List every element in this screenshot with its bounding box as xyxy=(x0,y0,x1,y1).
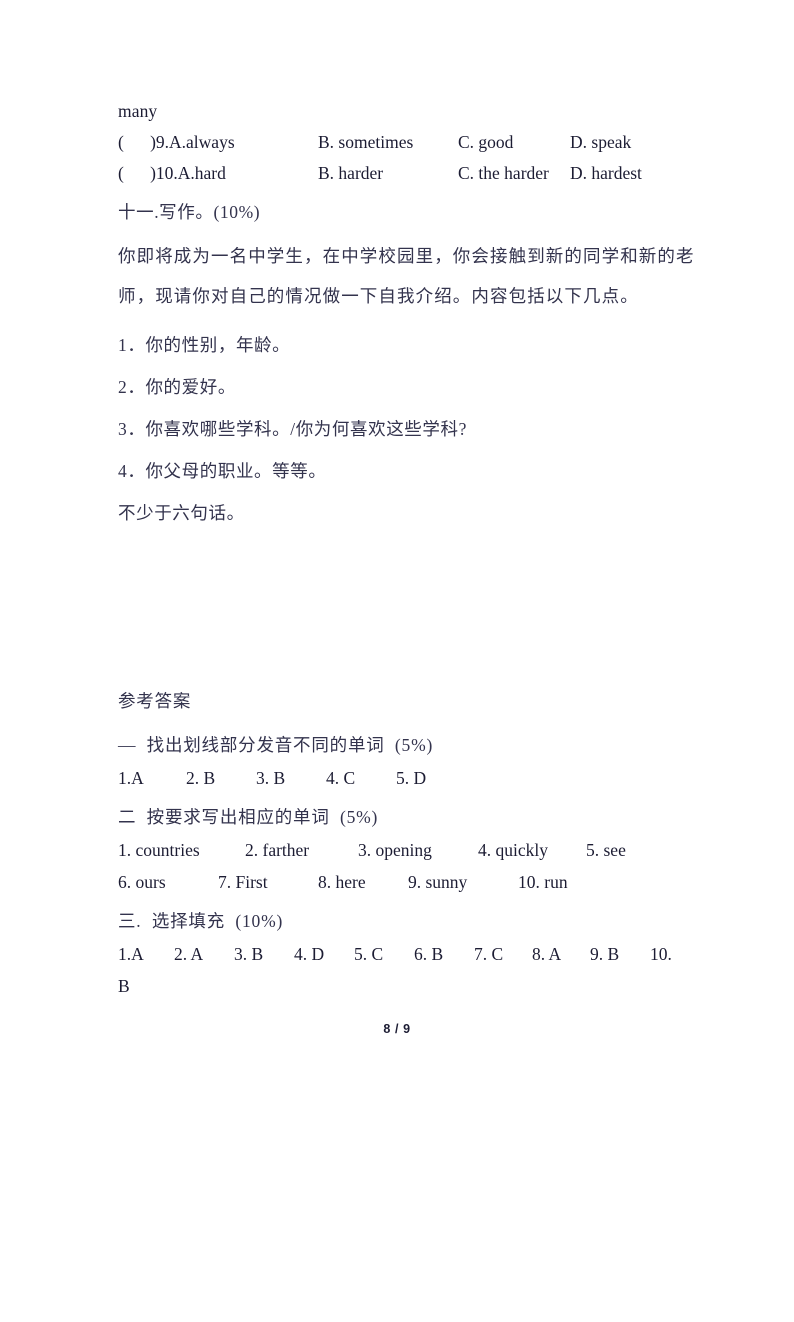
mc-10-option-a: A.hard xyxy=(177,163,226,183)
mc-9-option-c: C. good xyxy=(458,132,514,152)
answer-item: 1. countries xyxy=(118,840,200,860)
answer-item: 7. C xyxy=(474,944,504,964)
writing-point-4: 4．你父母的职业。等等。 xyxy=(118,461,327,481)
mc-9-option-b: B. sometimes xyxy=(318,132,414,152)
multiple-choice-row: ( )9.A.always B. sometimes C. good D. sp… xyxy=(118,127,698,158)
answer-item: 9. B xyxy=(590,944,620,964)
answer-item: 8. A xyxy=(532,944,562,964)
answer-key-section-3-continuation: B xyxy=(118,976,130,996)
answer-item: 7. First xyxy=(218,872,268,892)
page-content: many ( )9.A.always B. sometimes C. good … xyxy=(118,96,698,1002)
answer-item: 5. C xyxy=(354,944,384,964)
answer-item: 4. C xyxy=(326,768,356,788)
mc-9-marker-and-option-a: ( )9.A.always xyxy=(118,127,235,158)
mc-10-option-c: C. the harder xyxy=(458,163,549,183)
answer-key-section-2-line-1: 1. countries 2. farther 3. opening 4. qu… xyxy=(118,834,698,866)
answer-item: 5. see xyxy=(586,840,626,860)
mc-9-option-a: A.always xyxy=(169,132,235,152)
continued-word: many xyxy=(118,101,158,121)
answer-item: 10. xyxy=(650,944,672,964)
answer-item: 3. opening xyxy=(358,840,432,860)
answer-item: 3. B xyxy=(256,768,286,788)
answer-item: 2. farther xyxy=(245,840,310,860)
writing-requirement: 不少于六句话。 xyxy=(118,503,245,523)
writing-section-prompt: 你即将成为一名中学生，在中学校园里，你会接触到新的同学和新的老师，现请你对自己的… xyxy=(118,246,695,306)
answer-item: 5. D xyxy=(396,768,427,788)
writing-section-heading: 十一.写作。(10%) xyxy=(118,202,261,222)
document-page: many ( )9.A.always B. sometimes C. good … xyxy=(0,0,794,1123)
page-number: 8 / 9 xyxy=(383,1022,411,1036)
answer-item: 1.A xyxy=(118,944,144,964)
answer-item: 6. ours xyxy=(118,872,166,892)
answer-item: 2. A xyxy=(174,944,204,964)
answer-key-section-3-answers: 1.A 2. A 3. B 4. D 5. C 6. B 7. C 8. A 9… xyxy=(118,938,698,970)
answer-item: 6. B xyxy=(414,944,444,964)
answer-key-section-2-heading: 二 按要求写出相应的单词 (5%) xyxy=(118,807,379,827)
answer-item: 9. sunny xyxy=(408,872,468,892)
answer-item: 2. B xyxy=(186,768,216,788)
page-footer: 8 / 9 xyxy=(0,1022,794,1036)
answer-item: 4. quickly xyxy=(478,840,548,860)
answer-key-section-2-line-2: 6. ours 7. First 8. here 9. sunny 10. ru… xyxy=(118,866,698,898)
answer-key-section-1-heading: — 找出划线部分发音不同的单词 (5%) xyxy=(118,735,434,755)
mc-10-marker: ( )10. xyxy=(118,163,178,183)
mc-10-marker-and-option-a: ( )10.A.hard xyxy=(118,158,226,189)
mc-9-marker: ( )9. xyxy=(118,132,170,152)
answer-item: 10. run xyxy=(518,872,568,892)
answer-key-section-1-answers: 1.A 2. B 3. B 4. C 5. D xyxy=(118,762,698,794)
answer-key-section-3-heading: 三. 选择填充 (10%) xyxy=(118,911,284,931)
answer-item: 3. B xyxy=(234,944,264,964)
writing-point-1: 1．你的性别，年龄。 xyxy=(118,335,291,355)
answer-item: 1.A xyxy=(118,768,144,788)
mc-10-option-d: D. hardest xyxy=(570,163,642,183)
mc-10-option-b: B. harder xyxy=(318,163,384,183)
writing-point-3: 3．你喜欢哪些学科。/你为何喜欢这些学科? xyxy=(118,419,467,439)
multiple-choice-row: ( )10.A.hard B. harder C. the harder D. … xyxy=(118,158,698,189)
answer-key-title: 参考答案 xyxy=(118,691,192,711)
answer-item: 4. D xyxy=(294,944,325,964)
writing-point-2: 2．你的爱好。 xyxy=(118,377,236,397)
answer-item: 8. here xyxy=(318,872,366,892)
mc-9-option-d: D. speak xyxy=(570,132,632,152)
